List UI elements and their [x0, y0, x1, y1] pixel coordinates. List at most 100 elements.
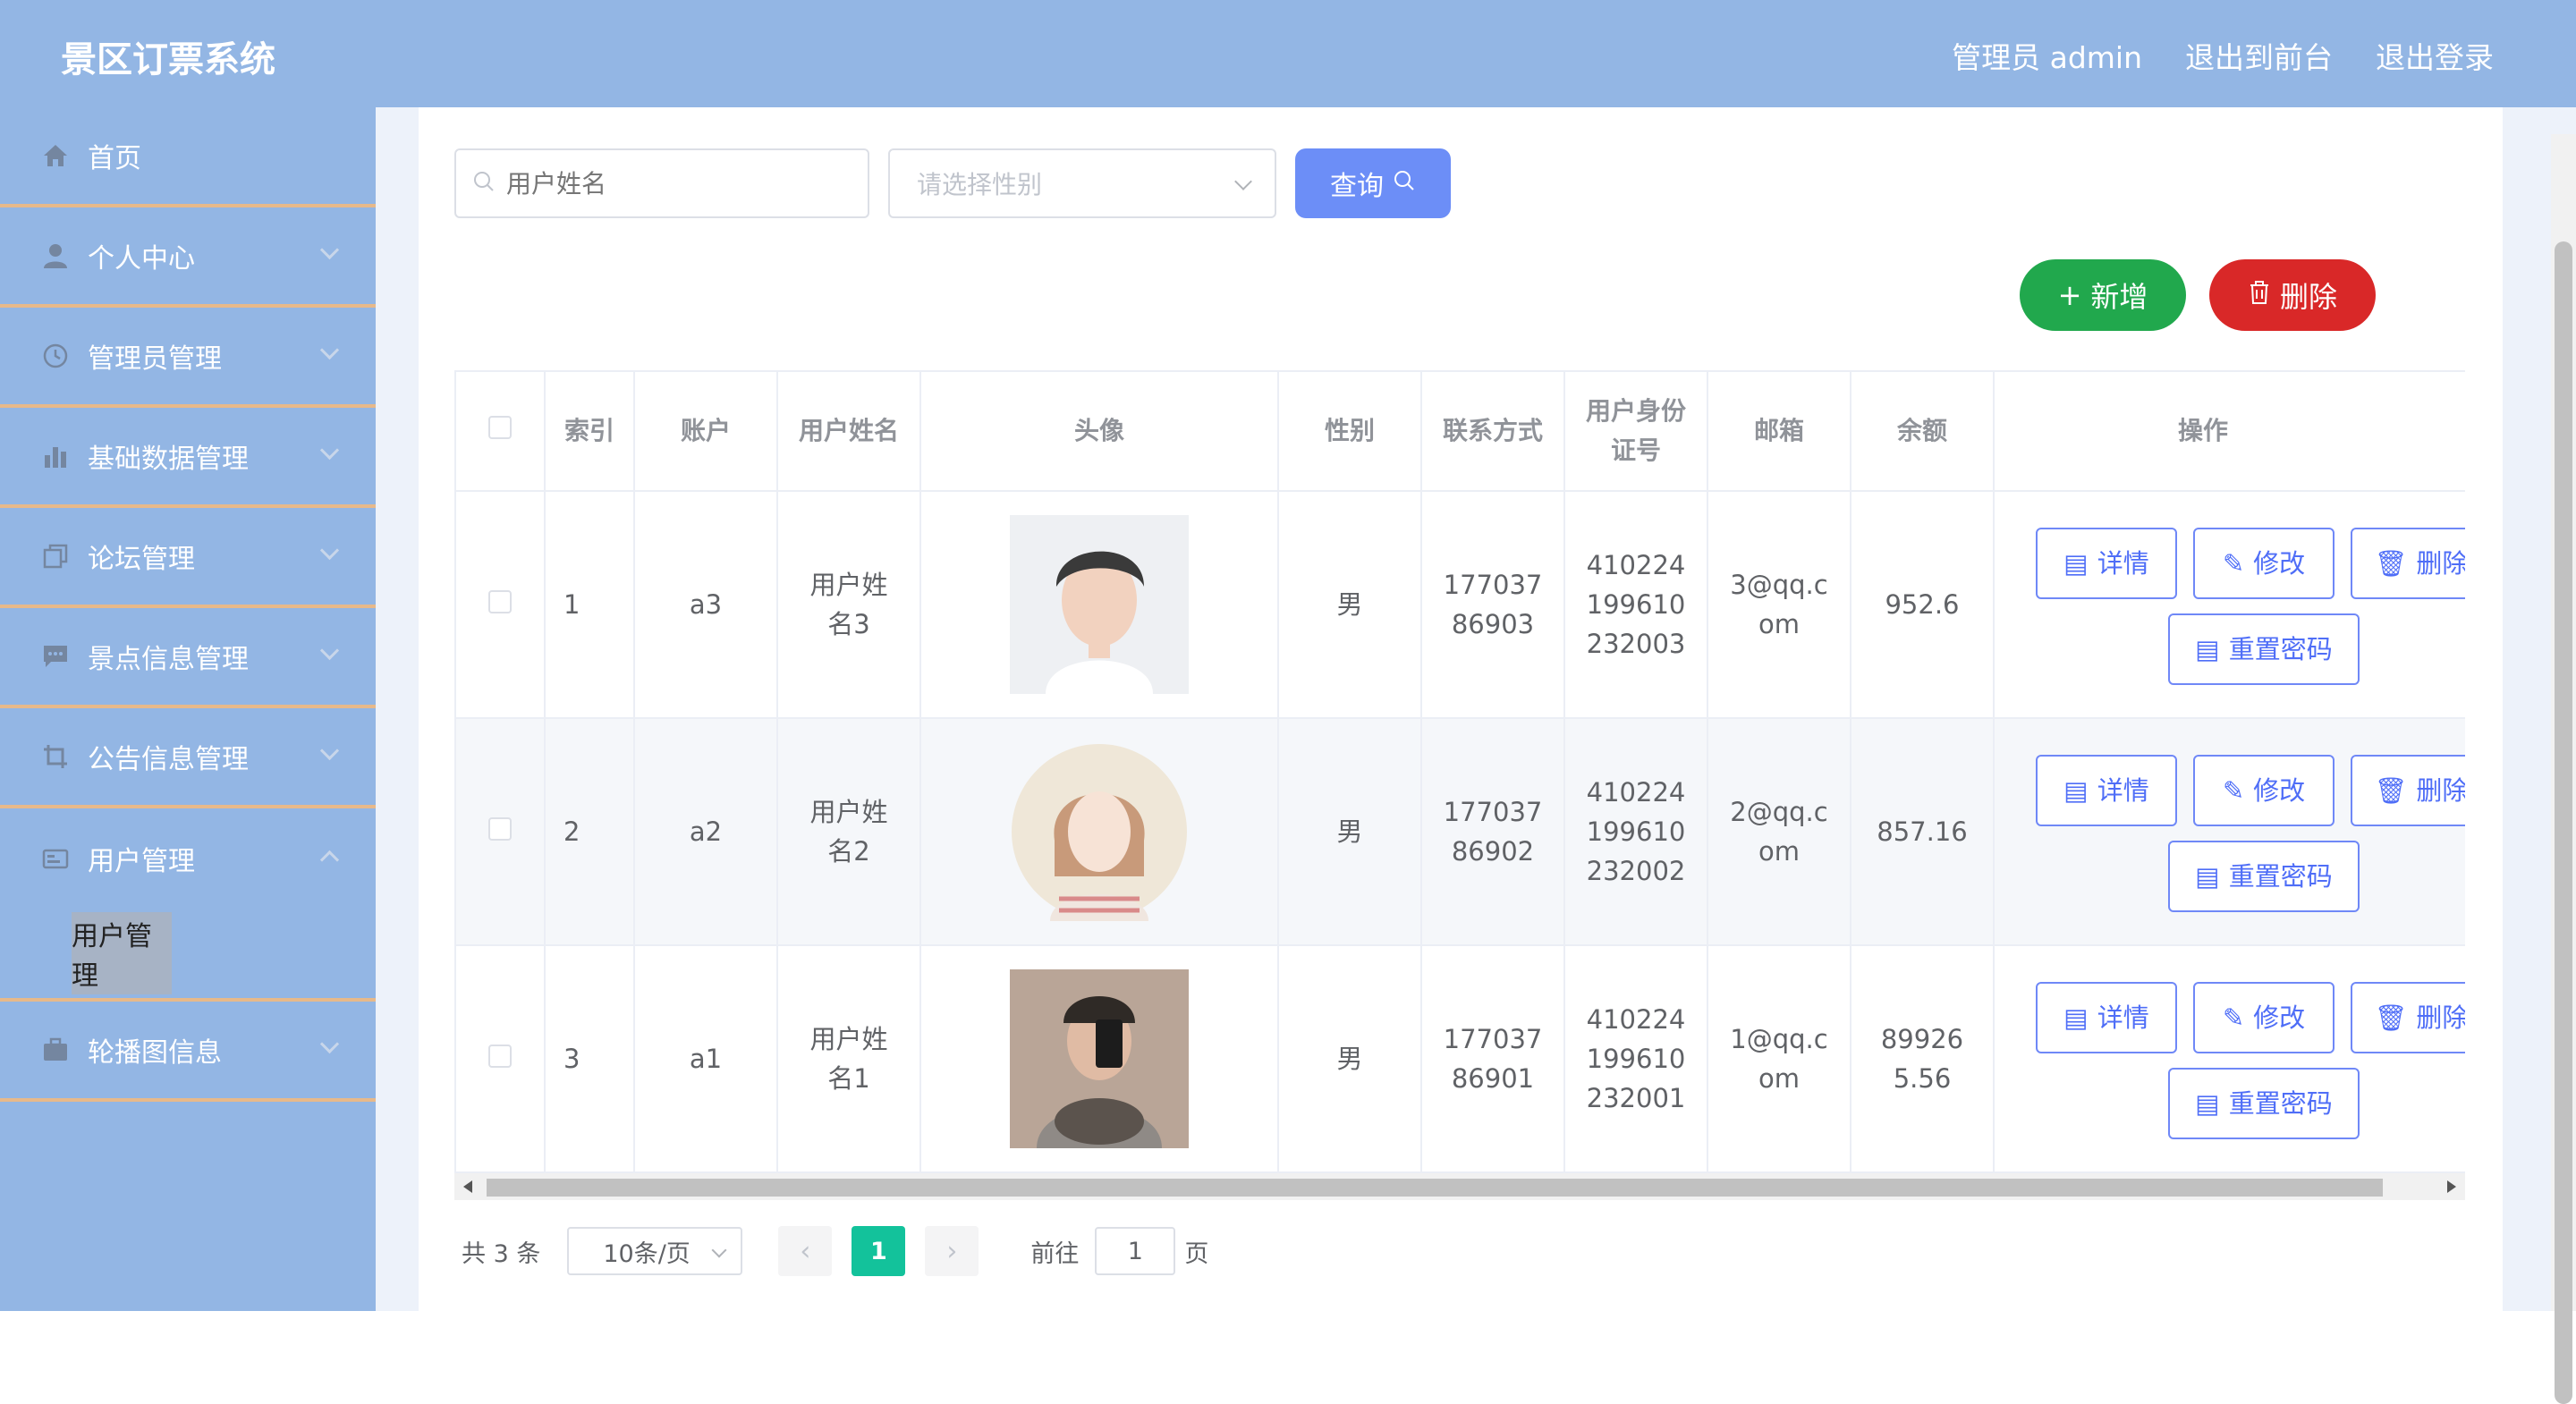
cell-account: a2 — [633, 717, 778, 946]
exit-to-front-link[interactable]: 退出到前台 — [2185, 34, 2333, 77]
sidebar-item-user-mgmt[interactable]: 用户管理 — [0, 808, 376, 909]
page-size-select[interactable]: 10条/页 — [567, 1227, 743, 1275]
scroll-right-arrow-icon[interactable] — [2447, 1180, 2456, 1193]
goto-label: 前往 — [1030, 1239, 1080, 1268]
sidebar-item-label: 首页 — [88, 143, 141, 174]
row-delete-label: 删除 — [2416, 548, 2465, 579]
sidebar-item-admin[interactable]: 管理员管理 — [0, 308, 376, 408]
reset-password-button[interactable]: ▤ 重置密码 — [2168, 613, 2360, 685]
cell-avatar — [919, 490, 1279, 719]
add-button[interactable]: + 新增 — [2020, 259, 2186, 331]
avatar-image — [1010, 515, 1189, 694]
top-header: 景区订票系统 管理员 admin 退出到前台 退出登录 — [0, 0, 2576, 107]
query-button[interactable]: 查询 — [1295, 148, 1451, 218]
edit-button[interactable]: ✎ 修改 — [2193, 528, 2334, 599]
search-icon — [1393, 168, 1416, 199]
horizontal-scrollbar[interactable] — [454, 1173, 2465, 1200]
goto-page-input[interactable]: 1 — [1095, 1227, 1176, 1275]
scroll-left-arrow-icon[interactable] — [463, 1180, 472, 1193]
page-unit-label: 页 — [1184, 1239, 1209, 1268]
sidebar-item-label: 轮播图信息 — [88, 1037, 222, 1069]
cell-index: 2 — [544, 717, 635, 946]
chevron-down-icon — [319, 240, 340, 260]
edit-button[interactable]: ✎ 修改 — [2193, 982, 2334, 1053]
table-row: 2 a2 用户姓名2 男 17703786902 410224199610232… — [454, 717, 2465, 946]
col-id: 用户身份证号 — [1563, 370, 1708, 492]
chevron-down-icon — [319, 340, 340, 360]
cell-id: 410224199610232002 — [1563, 717, 1708, 946]
avatar-image — [1010, 969, 1189, 1148]
row-delete-button[interactable]: 🗑 删除 — [2351, 755, 2465, 826]
cell-avatar — [919, 717, 1279, 946]
cell-balance: 899265.56 — [1850, 944, 1995, 1173]
sidebar-item-carousel[interactable]: 轮播图信息 — [0, 1002, 376, 1102]
cell-ops: ▤ 详情 ✎ 修改 🗑 删除 ▤ 重置密码 — [1993, 717, 2465, 946]
sidebar-item-notice[interactable]: 公告信息管理 — [0, 708, 376, 808]
table-header-row: 索引 账户 用户姓名 头像 性别 联系方式 用户身份证号 邮箱 余额 操作 — [454, 370, 2465, 492]
chevron-down-icon — [711, 1242, 727, 1258]
add-label: 新增 — [2090, 280, 2148, 314]
user-icon — [41, 241, 70, 270]
page-size-label: 10条/页 — [603, 1239, 691, 1268]
detail-button[interactable]: ▤ 详情 — [2036, 528, 2177, 599]
next-page-button[interactable]: › — [925, 1226, 979, 1276]
col-name: 用户姓名 — [776, 370, 921, 492]
reset-label: 重置密码 — [2228, 861, 2333, 892]
chevron-down-icon — [319, 440, 340, 461]
select-all-cell[interactable] — [454, 370, 546, 492]
cell-balance: 952.6 — [1850, 490, 1995, 719]
search-name-input[interactable] — [504, 167, 848, 199]
cell-ops: ▤ 详情 ✎ 修改 🗑 删除 ▤ 重置密码 — [1993, 944, 2465, 1173]
edit-icon: ✎ — [2222, 548, 2245, 579]
gender-select-placeholder: 请选择性别 — [917, 170, 1043, 199]
select-all-checkbox[interactable] — [488, 416, 512, 439]
cell-id: 410224199610232001 — [1563, 944, 1708, 1173]
pagination-total: 共 3 条 — [462, 1239, 541, 1268]
row-delete-button[interactable]: 🗑 删除 — [2351, 982, 2465, 1053]
row-checkbox[interactable] — [488, 1045, 512, 1068]
cell-phone: 17703786902 — [1420, 717, 1565, 946]
reset-password-button[interactable]: ▤ 重置密码 — [2168, 841, 2360, 912]
sidebar-item-base-data[interactable]: 基础数据管理 — [0, 408, 376, 508]
sidebar-item-personal[interactable]: 个人中心 — [0, 207, 376, 308]
user-table: 索引 账户 用户姓名 头像 性别 联系方式 用户身份证号 邮箱 余额 操作 1 … — [454, 370, 2465, 1175]
sidebar-subitem-user-mgmt[interactable]: 用户管理 — [0, 909, 376, 1002]
scroll-thumb[interactable] — [487, 1179, 2383, 1197]
row-delete-label: 删除 — [2416, 775, 2465, 806]
col-avatar: 头像 — [919, 370, 1279, 492]
edit-icon: ✎ — [2222, 775, 2245, 806]
prev-page-button[interactable]: ‹ — [778, 1226, 833, 1276]
gender-select[interactable]: 请选择性别 — [888, 148, 1276, 218]
sidebar-subitem-label: 用户管理 — [72, 912, 172, 994]
edit-button[interactable]: ✎ 修改 — [2193, 755, 2334, 826]
sidebar-item-label: 用户管理 — [88, 846, 195, 877]
brand-title: 景区订票系统 — [61, 39, 275, 80]
row-delete-button[interactable]: 🗑 删除 — [2351, 528, 2465, 599]
cell-name: 用户姓名1 — [776, 944, 921, 1173]
logout-link[interactable]: 退出登录 — [2376, 34, 2494, 77]
document-icon: ▤ — [2195, 634, 2220, 664]
trash-icon: 🗑 — [2374, 775, 2408, 806]
sidebar-item-label: 论坛管理 — [88, 544, 195, 575]
sidebar-item-scenic[interactable]: 景点信息管理 — [0, 608, 376, 708]
row-checkbox[interactable] — [488, 817, 512, 841]
cell-id: 410224199610232003 — [1563, 490, 1708, 719]
cell-email: 1@qq.com — [1707, 944, 1852, 1173]
search-name-input-wrap[interactable] — [454, 148, 869, 218]
sidebar-item-forum[interactable]: 论坛管理 — [0, 508, 376, 608]
delete-label: 删除 — [2279, 280, 2337, 314]
row-checkbox[interactable] — [488, 590, 512, 613]
reset-label: 重置密码 — [2228, 1088, 2333, 1119]
detail-button[interactable]: ▤ 详情 — [2036, 755, 2177, 826]
document-icon: ▤ — [2063, 548, 2089, 579]
detail-button[interactable]: ▤ 详情 — [2036, 982, 2177, 1053]
bar-chart-icon — [41, 442, 70, 470]
edit-label: 修改 — [2253, 775, 2306, 806]
current-page-button[interactable]: 1 — [852, 1226, 906, 1276]
batch-delete-button[interactable]: 删除 — [2209, 259, 2376, 331]
reset-password-button[interactable]: ▤ 重置密码 — [2168, 1068, 2360, 1139]
id-card-icon — [41, 844, 70, 873]
vertical-scrollbar[interactable] — [2551, 134, 2576, 1404]
sidebar-item-home[interactable]: 首页 — [0, 107, 376, 207]
avatar-image — [1010, 742, 1189, 921]
